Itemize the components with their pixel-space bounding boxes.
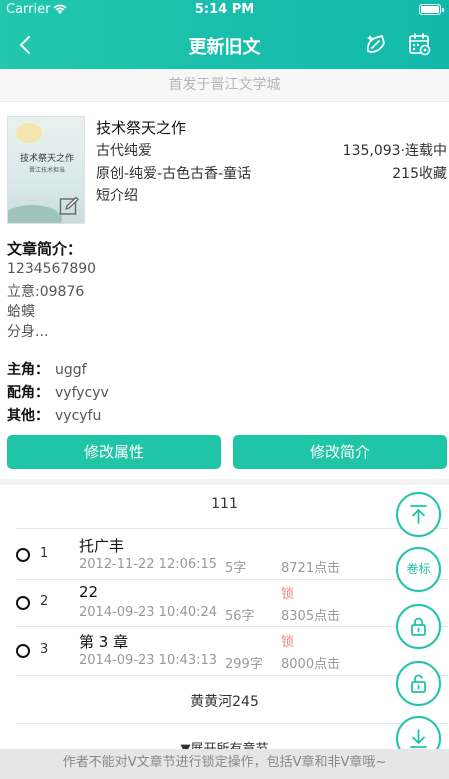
chapter-number: 3 xyxy=(40,642,49,657)
chapter-row[interactable]: 2 22 2014-09-23 10:40:24 56字 锁 8305点击 xyxy=(0,581,449,625)
cover-hill-decoration xyxy=(8,205,62,223)
intro-heading: 文章简介： xyxy=(7,240,83,258)
role-row-supporting: 配角： vyfycyv xyxy=(7,382,109,402)
scroll-to-top-button[interactable] xyxy=(396,492,441,537)
unlock-icon xyxy=(411,674,426,693)
chapter-words: 56字 xyxy=(225,609,255,624)
cover-sun-decoration xyxy=(16,123,42,143)
edit-intro-button[interactable]: 修改简介 xyxy=(233,435,447,469)
role-value: vyfycyv xyxy=(55,385,109,401)
book-stats: 135,093·连载中 xyxy=(342,143,447,159)
lock-button[interactable] xyxy=(396,604,441,649)
book-favorites: 215收藏 xyxy=(392,166,447,182)
divider xyxy=(16,579,448,580)
book-title: 技术祭天之作 xyxy=(96,119,187,137)
chapter-number: 2 xyxy=(40,594,49,609)
volume-title: 黄黄河245 xyxy=(190,694,259,710)
lock-icon xyxy=(411,617,426,636)
role-label: 其他： xyxy=(7,408,49,424)
volume-title: 111 xyxy=(211,496,238,512)
top-header: Carrier 5:14 PM 更新旧文 xyxy=(0,0,449,69)
section-divider xyxy=(0,479,449,485)
divider xyxy=(16,723,448,724)
chapter-words: 5字 xyxy=(225,561,247,576)
divider xyxy=(16,675,448,676)
chapter-time: 2012-11-22 12:06:15 xyxy=(79,557,218,572)
chapter-title: 第 3 章 xyxy=(79,633,129,651)
chapter-title: 22 xyxy=(79,583,99,601)
role-label: 配角： xyxy=(7,385,49,401)
divider xyxy=(16,626,448,627)
book-short-intro: 短介绍 xyxy=(96,188,138,204)
edit-cover-icon[interactable] xyxy=(59,196,79,216)
select-radio[interactable] xyxy=(16,596,30,610)
chapter-words: 299字 xyxy=(225,657,263,672)
chapter-lock-status: 锁 xyxy=(281,587,295,602)
role-value: uggf xyxy=(55,362,87,378)
chapter-lock-status: 锁 xyxy=(281,635,295,650)
divider xyxy=(16,528,448,529)
chapter-row[interactable]: 3 第 3 章 2014-09-23 10:43:13 299字 锁 8000点… xyxy=(0,629,449,673)
edit-attributes-button[interactable]: 修改属性 xyxy=(7,435,221,469)
book-genre: 古代纯爱 xyxy=(96,143,152,159)
status-time: 5:14 PM xyxy=(194,2,255,17)
chapter-title: 托广丰 xyxy=(79,537,125,555)
intro-line: 分身... xyxy=(7,324,49,340)
pencil-sparkle-icon[interactable] xyxy=(363,31,389,57)
volume-label-button[interactable]: 卷标 xyxy=(396,547,441,592)
intro-line: 1234567890 xyxy=(7,261,97,277)
volume-label-text: 卷标 xyxy=(406,562,431,576)
role-label: 主角： xyxy=(7,362,49,378)
select-radio[interactable] xyxy=(16,548,30,562)
arrow-down-icon xyxy=(410,729,427,748)
book-cover[interactable]: 技术祭天之作 晋江技术担当 xyxy=(7,116,85,224)
role-value: vycyfu xyxy=(55,408,102,424)
chapter-clicks: 8305点击 xyxy=(281,609,341,624)
arrow-up-icon xyxy=(410,505,427,524)
cover-title: 技术祭天之作 xyxy=(19,154,74,164)
role-row-other: 其他： vycyfu xyxy=(7,405,101,425)
chapter-clicks: 8721点击 xyxy=(281,561,341,576)
unlock-button[interactable] xyxy=(396,661,441,706)
chapter-number: 1 xyxy=(40,546,49,561)
select-radio[interactable] xyxy=(16,644,30,658)
intro-line: 立意:09876 xyxy=(7,284,85,300)
calendar-settings-icon[interactable] xyxy=(407,31,433,57)
chapter-row[interactable]: 1 托广丰 2012-11-22 12:06:15 5字 8721点击 xyxy=(0,533,449,577)
cover-subtitle: 晋江技术担当 xyxy=(28,167,65,174)
book-tags: 原创-纯爱-古色古香-童话 xyxy=(96,166,252,182)
intro-line: 蛤蟆 xyxy=(7,304,35,320)
first-published-note: 首发于晋江文学城 xyxy=(0,69,449,102)
chapter-clicks: 8000点击 xyxy=(281,657,341,672)
battery-icon xyxy=(419,4,444,15)
footer-note: 作者不能对V文章节进行锁定操作，包括V章和非V章哦~ xyxy=(0,749,449,779)
chapter-time: 2014-09-23 10:40:24 xyxy=(79,605,218,620)
status-bar: Carrier 5:14 PM xyxy=(0,0,449,20)
role-row-main: 主角： uggf xyxy=(7,359,87,379)
chapter-time: 2014-09-23 10:43:13 xyxy=(79,653,218,668)
